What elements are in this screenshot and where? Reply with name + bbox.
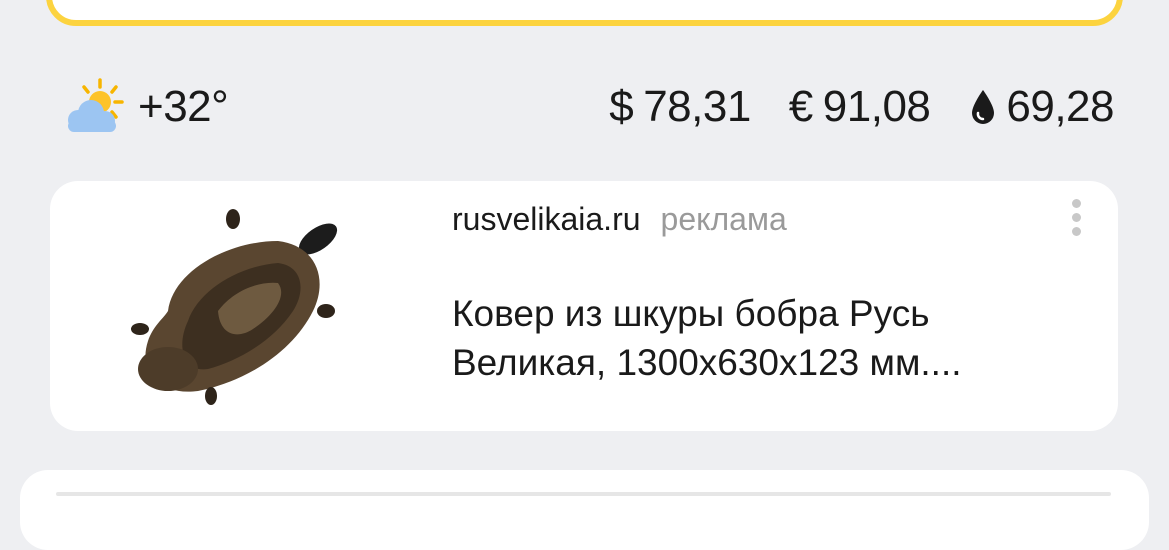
currency-rates: $ 78,31 € 91,08 69,28 [571,70,1114,144]
partly-cloudy-icon [68,78,124,132]
ad-title-line-2: Великая, 1300x630x123 мм.... [452,342,962,383]
rate-eur-value: 91,08 [822,82,931,131]
rate-oil[interactable]: 69,28 [968,82,1114,132]
ad-title[interactable]: Ковер из шкуры бобра Русь Великая, 1300x… [452,289,1092,387]
ad-card[interactable]: rusvelikaia.ru реклама Ковер из шкуры бо… [50,181,1118,431]
beaver-fur-rug-image [131,209,338,405]
search-box[interactable] [46,0,1123,26]
ad-label: реклама [660,200,787,237]
next-card[interactable] [20,470,1149,550]
dollar-sign: $ [609,82,634,131]
temperature: +32° [138,82,229,131]
ad-domain[interactable]: rusvelikaia.ru [452,201,641,238]
next-card-divider [56,492,1111,496]
weather-widget[interactable]: +32° [58,70,229,144]
rate-usd-value: 78,31 [643,82,751,131]
rate-eur[interactable]: € 91,08 [789,82,931,132]
rate-usd[interactable]: $ 78,31 [609,82,751,132]
euro-sign: € [788,82,813,131]
ad-title-line-1: Ковер из шкуры бобра Русь [452,293,930,334]
more-options-icon[interactable] [1070,199,1082,239]
rate-oil-value: 69,28 [1006,82,1114,131]
ad-meta: rusvelikaia.ru реклама [452,199,787,239]
informer-row: +32° $ 78,31 € 91,08 69,28 [58,70,1114,144]
oil-drop-icon [972,90,995,124]
